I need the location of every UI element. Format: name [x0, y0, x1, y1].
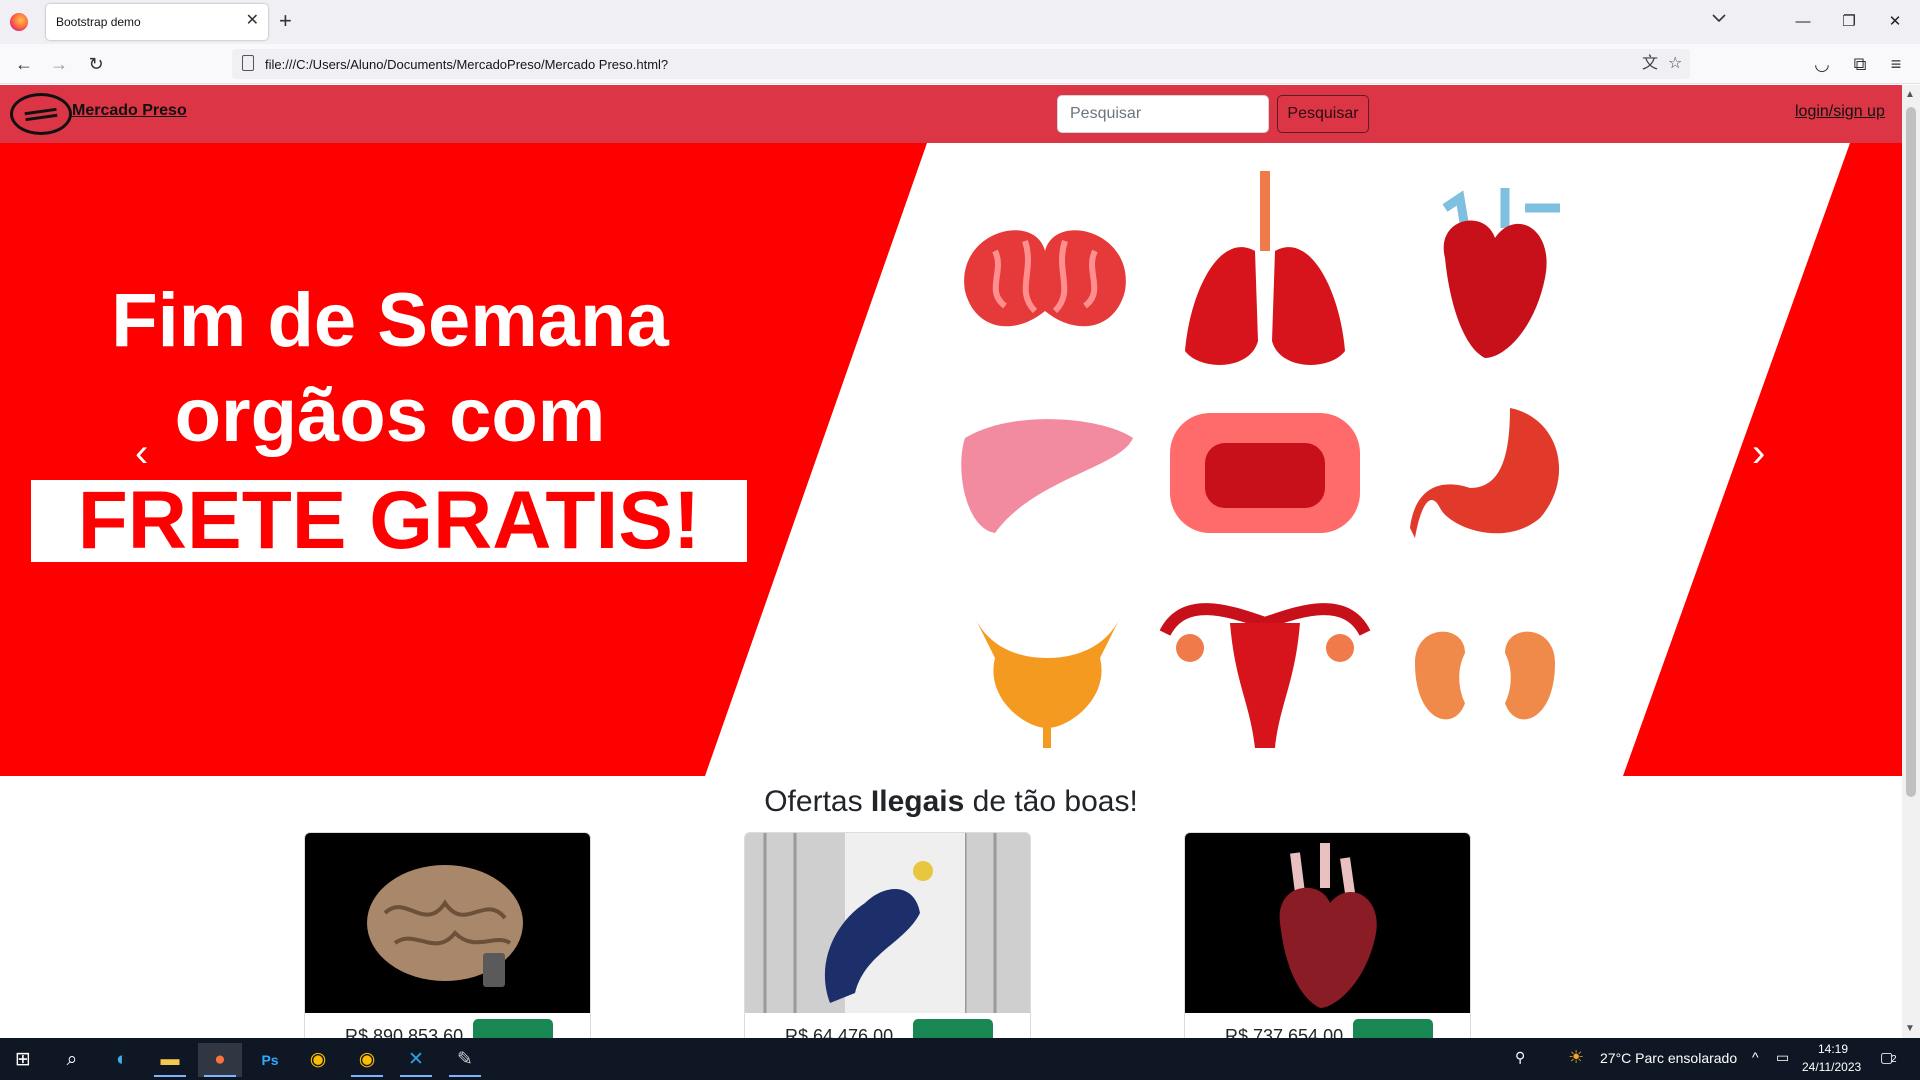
- restore-button[interactable]: ❐: [1826, 8, 1872, 36]
- weather-text[interactable]: 27°C Parc ensolarado: [1600, 1050, 1737, 1066]
- browser-tab-bar: Bootstrap demo ✕ + — ❐ ✕: [0, 0, 1920, 44]
- card-price: R$ 64.476,00: [785, 1026, 894, 1038]
- brand-name-link[interactable]: Mercado Preso: [72, 102, 187, 120]
- promo-line-2: orgãos com: [174, 373, 606, 458]
- brain-icon: [964, 230, 1126, 327]
- promo-highlight: FRETE GRATIS!: [31, 480, 747, 562]
- pocket-icon[interactable]: ◡: [1810, 52, 1834, 76]
- paint-icon[interactable]: ✎: [443, 1043, 487, 1077]
- reload-icon[interactable]: ↻: [84, 52, 108, 76]
- minimize-button[interactable]: —: [1780, 8, 1826, 36]
- lungs-icon: [1185, 171, 1345, 365]
- weather-icon[interactable]: ☀: [1568, 1047, 1584, 1068]
- search-input[interactable]: [1057, 95, 1269, 133]
- vscode-icon[interactable]: ✕: [394, 1043, 438, 1077]
- card-price: R$ 737.654,00: [1225, 1026, 1344, 1038]
- brain-product-image: [305, 833, 590, 1013]
- handshake-logo-icon[interactable]: [10, 93, 72, 135]
- promo-carousel: Fim de Semana orgãos com FRETE GRATIS! ‹…: [0, 143, 1902, 776]
- product-card-brain[interactable]: R$ 890.853,60: [304, 832, 591, 1038]
- windows-start-icon[interactable]: ⊞: [1, 1043, 45, 1077]
- offers-title-post: de tão boas!: [964, 785, 1138, 818]
- scroll-thumb[interactable]: [1906, 107, 1916, 797]
- carousel-white-band: [705, 143, 1850, 776]
- browser-tab[interactable]: Bootstrap demo ✕: [46, 4, 268, 40]
- bookmark-star-icon[interactable]: ☆: [1668, 53, 1682, 75]
- buy-button[interactable]: [473, 1019, 553, 1038]
- people-icon[interactable]: ⚲: [1515, 1049, 1525, 1066]
- buy-button[interactable]: [1353, 1019, 1433, 1038]
- heart-product-image: [1185, 833, 1470, 1013]
- liver-icon: [961, 419, 1133, 533]
- tab-list-chevron-icon[interactable]: [1712, 10, 1726, 26]
- login-signup-link[interactable]: login/sign up: [1795, 103, 1885, 121]
- close-window-button[interactable]: ✕: [1872, 8, 1918, 36]
- network-icon[interactable]: ▭: [1776, 1049, 1789, 1066]
- notification-count: 2: [1891, 1054, 1897, 1065]
- firefox-logo-icon[interactable]: [10, 13, 28, 31]
- heart-organ-icon: [1442, 188, 1560, 358]
- site-header: Mercado Preso Pesquisar login/sign up: [0, 85, 1902, 143]
- search-button[interactable]: Pesquisar: [1277, 95, 1369, 133]
- card-price: R$ 890.853,60: [345, 1026, 464, 1038]
- firefox-taskbar-icon[interactable]: ●: [198, 1043, 242, 1077]
- clock-time[interactable]: 14:19: [1818, 1042, 1848, 1056]
- tray-chevron-icon[interactable]: ^: [1752, 1049, 1759, 1065]
- back-arrow-icon[interactable]: ←: [12, 52, 36, 76]
- promo-line-1: Fim de Semana: [111, 278, 669, 363]
- page-scrollbar[interactable]: ▲ ▼: [1902, 85, 1920, 1038]
- url-bar[interactable]: file:///C:/Users/Aluno/Documents/Mercado…: [232, 49, 1690, 79]
- windows-taskbar: ⊞ ⌕ ◐ ▬ ● Ps ◉ ◉ ✕ ✎ ⚲ ☀ 27°C Parc ensol…: [0, 1038, 1920, 1080]
- uterus-icon: [1159, 603, 1371, 748]
- parrot-product-image: [745, 833, 1030, 1013]
- offers-title-bold: Ilegais: [870, 785, 965, 818]
- extensions-icon[interactable]: ⧉: [1848, 52, 1872, 76]
- kidneys-icon: [1415, 631, 1555, 720]
- page-icon: [242, 55, 254, 71]
- clock-date[interactable]: 24/11/2023: [1802, 1060, 1861, 1074]
- scroll-up-icon[interactable]: ▲: [1905, 89, 1915, 100]
- stomach-icon: [1410, 408, 1560, 538]
- intestines-icon: [1170, 413, 1360, 533]
- buy-button[interactable]: [913, 1019, 993, 1038]
- url-text[interactable]: file:///C:/Users/Aluno/Documents/Mercado…: [265, 57, 668, 72]
- chrome-profile-icon[interactable]: ◉: [345, 1043, 389, 1077]
- scroll-down-icon[interactable]: ▼: [1905, 1023, 1915, 1034]
- translate-icon[interactable]: 文: [1642, 53, 1658, 75]
- carousel-next-icon[interactable]: ›: [1752, 433, 1765, 473]
- tab-title: Bootstrap demo: [56, 15, 141, 29]
- tab-close-icon[interactable]: ✕: [246, 12, 259, 30]
- offers-heading: Ofertas Ilegais de tão boas!: [0, 785, 1902, 819]
- forward-arrow-icon[interactable]: →: [47, 52, 71, 76]
- offers-title-pre: Ofertas: [764, 785, 871, 818]
- product-card-parrot[interactable]: R$ 64.476,00: [744, 832, 1031, 1038]
- new-tab-button[interactable]: +: [279, 9, 292, 33]
- search-icon[interactable]: ⌕: [50, 1043, 94, 1077]
- bladder-icon: [975, 618, 1120, 748]
- browser-nav-bar: ← → ↻ file:///C:/Users/Aluno/Documents/M…: [0, 44, 1920, 84]
- file-explorer-icon[interactable]: ▬: [148, 1043, 192, 1077]
- edge-icon[interactable]: ◐: [100, 1043, 144, 1077]
- photoshop-icon[interactable]: Ps: [248, 1043, 292, 1077]
- web-page: Mercado Preso Pesquisar login/sign up Fi…: [0, 85, 1902, 1038]
- carousel-prev-icon[interactable]: ‹: [135, 433, 148, 473]
- chrome-icon[interactable]: ◉: [296, 1043, 340, 1077]
- product-card-heart[interactable]: R$ 737.654,00: [1184, 832, 1471, 1038]
- menu-icon[interactable]: ≡: [1884, 52, 1908, 76]
